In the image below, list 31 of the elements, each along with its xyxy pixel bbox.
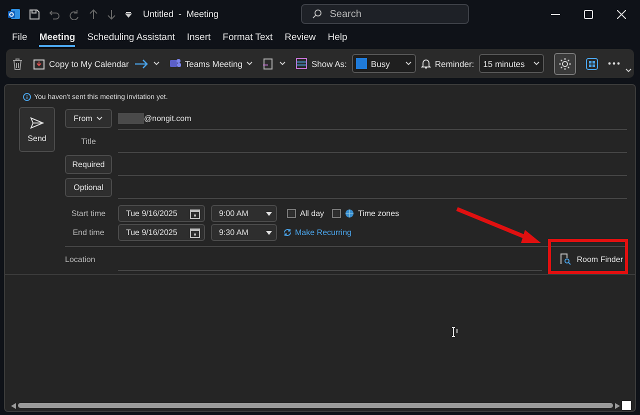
required-button[interactable]: Required bbox=[65, 155, 112, 174]
time-label: Start time bbox=[70, 209, 107, 218]
menu-tab[interactable]: Help bbox=[328, 30, 348, 46]
menu-tab[interactable]: Format Text bbox=[222, 30, 273, 46]
menu-tab[interactable]: Meeting bbox=[39, 30, 76, 46]
location-label: Location bbox=[65, 254, 96, 264]
optional-button[interactable]: Optional bbox=[65, 178, 112, 197]
title-label: Title bbox=[80, 137, 97, 146]
show-as-label: Show As: bbox=[296, 58, 347, 69]
date-field[interactable]: Tue 9/16/2025 bbox=[118, 224, 205, 241]
time-label: End time bbox=[72, 228, 106, 237]
menu-tab[interactable]: File bbox=[12, 30, 28, 46]
time-dropdown[interactable]: 9:30 AM bbox=[211, 224, 277, 241]
reminder-dropdown[interactable]: 15 minutes bbox=[479, 54, 544, 73]
from-address: @nongit.com bbox=[144, 114, 192, 122]
menu-tab[interactable]: Review bbox=[284, 30, 316, 46]
search-field[interactable]: Search bbox=[300, 4, 469, 24]
copy-to-calendar-button[interactable]: Copy to My Calendar bbox=[33, 58, 129, 70]
menu-tab[interactable]: Scheduling Assistant bbox=[87, 30, 175, 46]
option-checkbox[interactable]: Time zones bbox=[332, 209, 400, 218]
teams-meeting-button[interactable]: Teams Meeting bbox=[170, 58, 254, 69]
reminder-label: Reminder: bbox=[420, 58, 474, 69]
show-as-dropdown[interactable]: Busy bbox=[352, 54, 416, 73]
from-button[interactable]: From bbox=[65, 109, 112, 128]
window-title: Untitled - Meeting bbox=[143, 9, 219, 19]
menu-tab[interactable]: Insert bbox=[186, 30, 211, 46]
time-dropdown[interactable]: 9:00 AM bbox=[211, 205, 277, 222]
option-checkbox[interactable]: All day bbox=[287, 209, 324, 218]
send-button[interactable]: Send bbox=[19, 107, 55, 152]
date-field[interactable]: Tue 9/16/2025 bbox=[118, 205, 205, 222]
make-recurring-link[interactable]: Make Recurring bbox=[283, 228, 352, 237]
